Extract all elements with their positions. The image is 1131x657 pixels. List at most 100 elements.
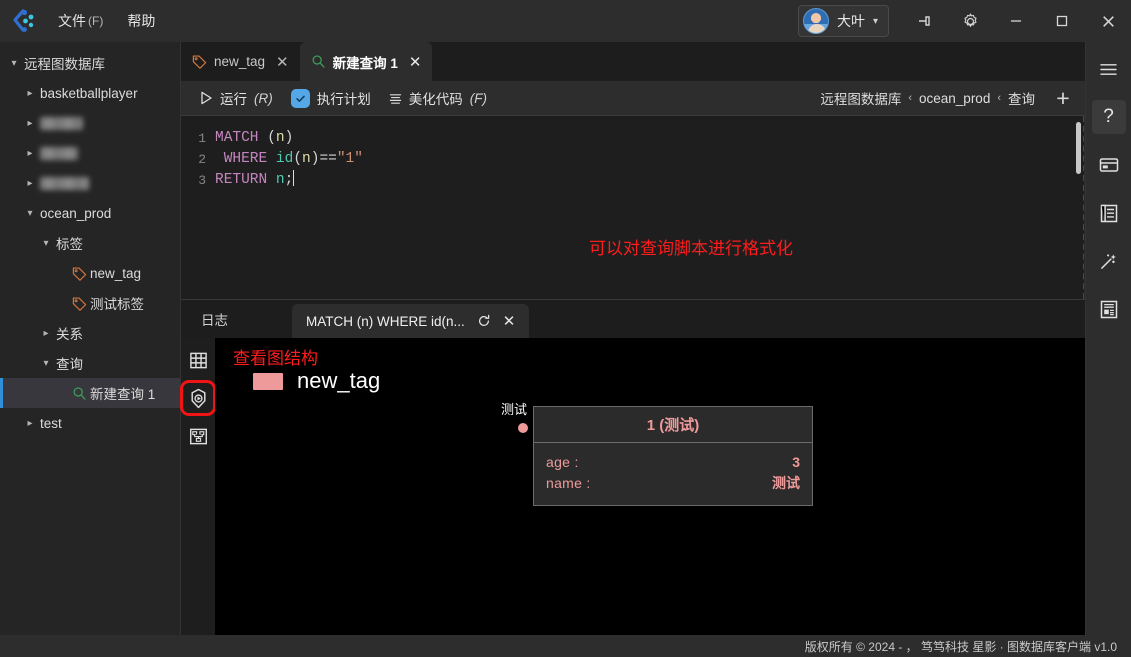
table-view-icon[interactable] (186, 348, 210, 372)
sidebar-item-查询[interactable]: 查询 (0, 348, 180, 378)
code-content: 1 MATCH (n) 2 WHERE id(n)=="1" 3 RETURN … (181, 116, 1084, 191)
format-code-button[interactable]: 美化代码 (F) (380, 85, 496, 112)
app-logo-icon (0, 0, 46, 42)
breadcrumb-item-0[interactable]: 远程图数据库 (820, 88, 901, 108)
chevron-down-icon[interactable] (38, 238, 54, 249)
document-icon[interactable] (1092, 292, 1126, 326)
sidebar-item-redacted-2[interactable] (0, 108, 180, 138)
tab-label: new_tag (214, 54, 266, 69)
editor-annotation: 可以对查询脚本进行格式化 (589, 239, 793, 258)
result-body: 查看图结构 new_tag 测试 1 (测试) age : 3 name: 测… (180, 338, 1085, 635)
sidebar-item-new_tag[interactable]: new_tag (0, 258, 180, 288)
sidebar-item-关系[interactable]: 关系 (0, 318, 180, 348)
sidebar-item-标签[interactable]: 标签 (0, 228, 180, 258)
sidebar-item-label: 标签 (56, 237, 83, 252)
lines-icon (389, 92, 402, 105)
code-editor[interactable]: 1 MATCH (n) 2 WHERE id(n)=="1" 3 RETURN … (181, 116, 1085, 299)
graph-legend[interactable]: new_tag (253, 368, 380, 394)
pin-icon[interactable] (901, 0, 947, 42)
line-number: 1 (198, 131, 206, 146)
tab-new_tag[interactable]: new_tag ✕ (181, 42, 300, 81)
sidebar-item-test[interactable]: test (0, 408, 180, 438)
help-icon[interactable]: ? (1091, 100, 1126, 134)
user-menu[interactable]: 大叶 ▾ (797, 5, 889, 37)
sidebar-item-label: 查询 (56, 357, 83, 372)
graph-view-icon[interactable] (180, 380, 216, 416)
chevron-down-icon[interactable] (38, 358, 54, 369)
property-row: age : 3 (546, 452, 800, 473)
sidebar-item-label: new_tag (90, 265, 142, 281)
title-bar: 文件 (F) 帮助 大叶 ▾ (0, 0, 1131, 42)
object-tree-sidebar[interactable]: 远程图数据库 basketballplayer ocean_prod 标签 new_ta… (0, 42, 181, 635)
sidebar-item-新建查询-1[interactable]: 新建查询 1 (0, 378, 180, 408)
run-label: 运行 (220, 92, 247, 107)
node-card-properties: age : 3 name : 测试 (534, 443, 812, 505)
close-icon[interactable]: ✕ (503, 312, 516, 330)
gear-icon[interactable] (947, 0, 993, 42)
minimize-button[interactable] (993, 0, 1039, 42)
graph-annotation: 查看图结构 (233, 349, 318, 368)
sidebar-item-redacted-3[interactable] (0, 138, 180, 168)
new-tab-button[interactable]: + (1041, 81, 1085, 116)
run-button[interactable]: 运行 (R) (191, 85, 282, 112)
editor-scrollbar[interactable] (1076, 122, 1081, 174)
wand-icon[interactable] (1092, 244, 1126, 278)
sidebar-item-label: ocean_prod (40, 205, 112, 221)
maximize-button[interactable] (1039, 0, 1085, 42)
chevron-right-icon[interactable] (38, 328, 54, 339)
chevron-right-icon[interactable] (22, 118, 38, 129)
graph-canvas[interactable]: 查看图结构 new_tag 测试 1 (测试) age : 3 name: 测… (215, 338, 1085, 635)
center-column: new_tag ✕ 新建查询 1 ✕ 运行 (R) 执行计划 美化代码 (F) … (180, 42, 1085, 635)
chevron-right-icon[interactable] (22, 178, 38, 189)
graph-node[interactable] (518, 423, 528, 433)
chevron-right-icon[interactable] (22, 148, 38, 159)
query-result-label: MATCH (n) WHERE id(n... (306, 313, 465, 329)
view-mode-bar (180, 338, 216, 635)
code-line: 3 RETURN n; (181, 170, 1084, 191)
tree-view-icon[interactable] (186, 424, 210, 448)
explain-plan-button[interactable]: 执行计划 (282, 85, 380, 112)
right-icon-rail: ? (1085, 42, 1131, 635)
sidebar-item-basketballplayer[interactable]: basketballplayer (0, 78, 180, 108)
close-button[interactable] (1085, 0, 1131, 42)
node-card-title: 1 (测试) (534, 407, 812, 443)
refresh-icon[interactable] (477, 314, 491, 328)
sidebar-item-测试标签[interactable]: 测试标签 (0, 288, 180, 318)
play-icon (200, 91, 213, 105)
sidebar-item-redacted-4[interactable] (0, 168, 180, 198)
breadcrumb-item-1[interactable]: ocean_prod (919, 91, 990, 106)
node-detail-card: 1 (测试) age : 3 name : 测试 (533, 406, 813, 506)
code-text: WHERE id(n)=="1" (223, 151, 363, 167)
menu-help-label: 帮助 (127, 13, 156, 29)
sidebar-item-label-redacted (40, 146, 78, 160)
menu-help[interactable]: 帮助 (115, 0, 167, 42)
list-icon[interactable] (1092, 196, 1126, 230)
chevron-right-icon[interactable] (22, 88, 38, 99)
format-code-mnemonic: (F) (469, 90, 487, 106)
tab-new-query-1[interactable]: 新建查询 1 ✕ (299, 42, 433, 81)
main-body: 远程图数据库 basketballplayer ocean_prod 标签 new_ta… (0, 42, 1131, 635)
check-icon (290, 88, 310, 108)
property-row: name : 测试 (546, 473, 800, 494)
sidebar-item-label: basketballplayer (40, 85, 138, 101)
menu-file-label: 文件 (58, 13, 86, 29)
tab-query-result[interactable]: MATCH (n) WHERE id(n... ✕ (292, 304, 530, 338)
card-icon[interactable] (1092, 148, 1126, 182)
chevron-down-icon[interactable] (22, 208, 38, 219)
format-code-label: 美化代码 (408, 92, 463, 107)
chevron-right-icon[interactable] (22, 418, 38, 429)
chevron-down-icon[interactable] (6, 58, 22, 69)
menu-file[interactable]: 文件 (F) (46, 0, 115, 42)
close-icon[interactable]: ✕ (409, 53, 422, 71)
close-icon[interactable]: ✕ (276, 53, 289, 71)
app-window: 文件 (F) 帮助 大叶 ▾ ▾ 远程图数据库 ▸ basketballplay… (0, 0, 1131, 657)
tab-log[interactable]: 日志 (181, 300, 248, 338)
tag-icon (70, 266, 88, 281)
menu-file-mnemonic: (F) (88, 14, 104, 28)
editor-divider (1083, 116, 1084, 299)
breadcrumb-item-2[interactable]: 查询 (1008, 88, 1035, 108)
sidebar-item-ocean_prod[interactable]: ocean_prod (0, 198, 180, 228)
hamburger-icon[interactable] (1092, 52, 1126, 86)
sidebar-item-远程图数据库[interactable]: 远程图数据库 (0, 48, 180, 78)
search-icon (311, 54, 326, 69)
